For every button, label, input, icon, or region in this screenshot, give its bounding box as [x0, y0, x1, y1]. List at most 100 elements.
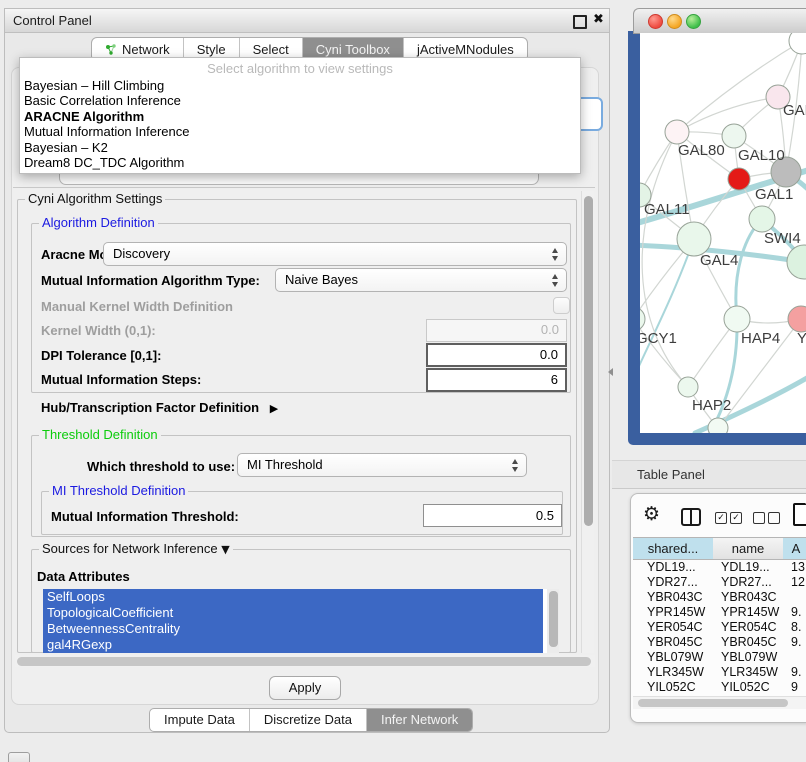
- attribute-item-topologicalcoefficient[interactable]: TopologicalCoefficient: [43, 605, 543, 621]
- table-row[interactable]: YDR27...YDR27...12: [633, 575, 806, 590]
- node-label-hap4: HAP4: [741, 330, 780, 347]
- algorithm-option-bayesian-hill-climbing[interactable]: Bayesian – Hill Climbing: [20, 78, 580, 93]
- dropdown-items: Bayesian – Hill ClimbingBasic Correlatio…: [20, 78, 580, 170]
- column-header-shared[interactable]: shared...: [633, 537, 714, 560]
- zoom-traffic-light-icon[interactable]: [686, 14, 701, 29]
- close-panel-icon[interactable]: ✖: [593, 12, 604, 27]
- table-row[interactable]: YER054CYER054C8.: [633, 620, 806, 635]
- mi-threshold-title: MI Threshold Definition: [49, 484, 188, 498]
- network-graph[interactable]: GALGAL80GAL10GAL1GAL11SWI4GAL4GCY1HAP4YH…: [640, 33, 806, 433]
- settings-horizontal-scrollbar[interactable]: [15, 655, 595, 667]
- dpi-tolerance-label: DPI Tolerance [0,1]:: [41, 348, 161, 363]
- table-row[interactable]: YLR345WYLR345W9.: [633, 665, 806, 680]
- algorithm-option-mutual-information-inference[interactable]: Mutual Information Inference: [20, 124, 580, 139]
- table-row[interactable]: YPR145WYPR145W9.: [633, 605, 806, 620]
- network-node-gal80[interactable]: [665, 120, 689, 144]
- algorithm-definition-title: Algorithm Definition: [39, 216, 158, 230]
- algorithm-option-basic-correlation-inference[interactable]: Basic Correlation Inference: [20, 93, 580, 108]
- which-threshold-combo[interactable]: MI Threshold: [237, 453, 527, 477]
- network-node[interactable]: [787, 245, 806, 279]
- table-panel-title: Table Panel: [637, 467, 705, 482]
- network-node-gal10[interactable]: [722, 124, 746, 148]
- corner-button[interactable]: [8, 752, 30, 762]
- network-node-y[interactable]: [788, 306, 806, 332]
- column-header-a[interactable]: A: [783, 537, 806, 560]
- network-node-gal4[interactable]: [677, 222, 711, 256]
- attribute-item-gal4rgexp[interactable]: gal4RGexp: [43, 637, 543, 653]
- sources-title: Sources for Network Inference: [42, 541, 218, 556]
- attribute-list-scrollbar[interactable]: [547, 589, 559, 653]
- column-header-name[interactable]: name: [713, 537, 784, 560]
- scrollbar-thumb[interactable]: [638, 699, 788, 707]
- cell: YLR345W: [647, 665, 704, 680]
- network-view-window: GALGAL80GAL10GAL1GAL11SWI4GAL4GCY1HAP4YH…: [628, 8, 806, 445]
- apply-button[interactable]: Apply: [269, 676, 341, 700]
- cell: YBL079W: [647, 650, 703, 665]
- manual-kernel-label: Manual Kernel Width Definition: [41, 299, 233, 314]
- network-node-hap2[interactable]: [678, 377, 698, 397]
- mi-steps-field[interactable]: 6: [426, 368, 567, 392]
- cyni-settings-title: Cyni Algorithm Settings: [25, 192, 165, 206]
- algorithm-option-dream8-dc-tdc-algorithm[interactable]: Dream8 DC_TDC Algorithm: [20, 155, 580, 170]
- table-row[interactable]: YDL19...YDL19...13: [633, 560, 806, 575]
- mi-type-label: Mutual Information Algorithm Type:: [41, 273, 260, 288]
- which-threshold-value: MI Threshold: [247, 457, 323, 472]
- cell: 13: [791, 560, 805, 575]
- node-label-gcy1: GCY1: [640, 330, 677, 347]
- manual-kernel-checkbox[interactable]: [553, 297, 570, 314]
- cell: YPR145W: [647, 605, 705, 620]
- aracne-mode-combo[interactable]: Discovery: [103, 242, 567, 266]
- mi-steps-label: Mutual Information Steps:: [41, 372, 201, 387]
- table-row[interactable]: YBL079WYBL079W: [633, 650, 806, 665]
- scrollbar-thumb[interactable]: [549, 591, 558, 647]
- scrollbar-thumb[interactable]: [17, 657, 591, 666]
- mi-type-value: Naive Bayes: [285, 272, 358, 287]
- network-node[interactable]: [708, 418, 728, 433]
- network-node-hap4[interactable]: [724, 306, 750, 332]
- hub-expander[interactable]: Hub/Transcription Factor Definition ▶: [41, 400, 278, 415]
- algorithm-option-bayesian-k2[interactable]: Bayesian – K2: [20, 140, 580, 155]
- minimize-traffic-light-icon[interactable]: [667, 14, 682, 29]
- close-traffic-light-icon[interactable]: [648, 14, 663, 29]
- cell: YLR345W: [721, 665, 778, 680]
- cell: YBR043C: [721, 590, 777, 605]
- bottom-tab-infer-network[interactable]: Infer Network: [367, 709, 472, 731]
- combo-stepper-icon: [552, 248, 559, 261]
- network-node-gcy1[interactable]: [640, 307, 645, 331]
- mi-steps-value: 6: [551, 372, 558, 387]
- table-row[interactable]: YBR045CYBR045C9.: [633, 635, 806, 650]
- cell: 9: [791, 680, 798, 691]
- mi-threshold-field[interactable]: 0.5: [423, 504, 562, 527]
- table-rows: YDL19...YDL19...13YDR27...YDR27...12YBR0…: [633, 560, 806, 691]
- kernel-width-field[interactable]: 0.0: [426, 319, 567, 342]
- select-all-checkboxes-icon[interactable]: ✓ ✓: [715, 512, 742, 524]
- algorithm-option-aracne-algorithm[interactable]: ARACNE Algorithm: [20, 109, 580, 124]
- attribute-item-selfloops[interactable]: SelfLoops: [43, 589, 543, 605]
- table-row[interactable]: YBR043C YBR043C: [633, 590, 806, 605]
- cell: YER054C: [721, 620, 777, 635]
- settings-vertical-scrollbar[interactable]: [581, 191, 594, 653]
- bottom-tab-discretize-data[interactable]: Discretize Data: [250, 709, 367, 731]
- attribute-item-betweennesscentrality[interactable]: BetweennessCentrality: [43, 621, 543, 637]
- dpi-tolerance-field[interactable]: 0.0: [426, 343, 567, 367]
- network-window-titlebar[interactable]: [633, 8, 806, 34]
- gear-icon[interactable]: ⚙: [643, 503, 660, 525]
- float-window-icon[interactable]: [573, 15, 587, 29]
- splitter-collapse-icon[interactable]: [608, 368, 613, 376]
- cell: YBR043C: [647, 590, 703, 605]
- scrollbar-thumb[interactable]: [584, 196, 593, 526]
- file-icon[interactable]: [793, 503, 806, 526]
- table-horizontal-scrollbar[interactable]: [633, 696, 806, 709]
- sources-expander[interactable]: Sources for Network Inference ▼: [39, 542, 233, 557]
- network-node-swi4[interactable]: [749, 206, 775, 232]
- network-node[interactable]: [789, 33, 806, 54]
- columns-icon[interactable]: [681, 508, 701, 526]
- deselect-all-checkboxes-icon[interactable]: [753, 512, 780, 524]
- network-canvas[interactable]: GALGAL80GAL10GAL1GAL11SWI4GAL4GCY1HAP4YH…: [640, 33, 806, 433]
- bottom-tab-impute-data[interactable]: Impute Data: [150, 709, 250, 731]
- network-graph-icon: [105, 43, 117, 56]
- network-node-gal1[interactable]: [728, 168, 750, 190]
- table-row[interactable]: YIL052CYIL052C9: [633, 680, 806, 691]
- cell: YDR27...: [647, 575, 698, 590]
- mi-type-combo[interactable]: Naive Bayes: [275, 268, 567, 292]
